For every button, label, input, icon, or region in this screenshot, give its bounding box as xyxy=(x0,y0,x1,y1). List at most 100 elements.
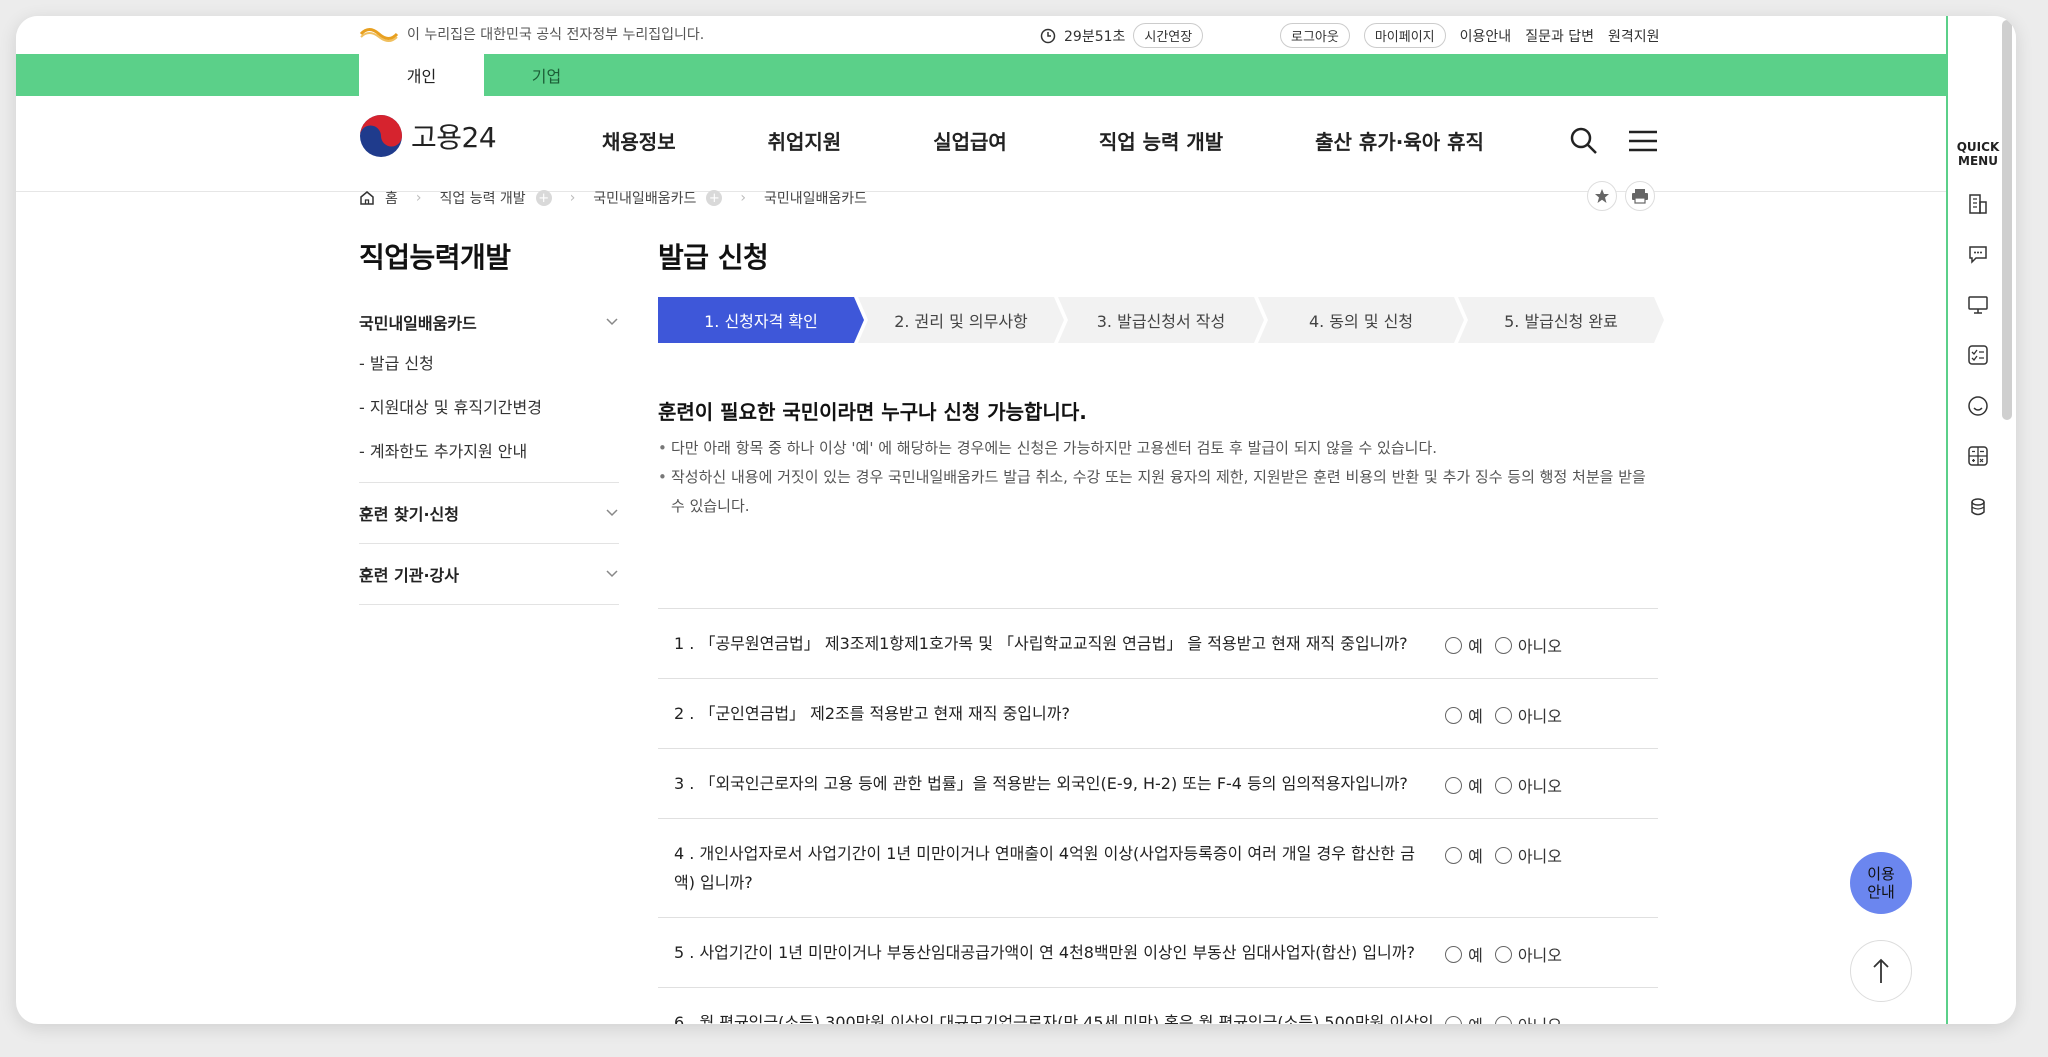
checklist-icon[interactable] xyxy=(1966,343,1990,367)
qa-link[interactable]: 질문과 답변 xyxy=(1525,26,1594,46)
answer-yes[interactable]: 예 xyxy=(1445,843,1483,867)
chevron-down-icon xyxy=(606,509,618,517)
breadcrumb-separator: › xyxy=(740,190,746,206)
question-text: 4 . 개인사업자로서 사업기간이 1년 미만이거나 연매출이 4억원 이상(사… xyxy=(674,844,1415,892)
sidebar-item-target-change[interactable]: - 지원대상 및 휴직기간변경 xyxy=(359,394,619,418)
coin-icon[interactable] xyxy=(1966,495,1990,519)
question-row: 6 . 월 평균임금(소득) 300만원 이상인 대규모기업근로자(만 45세 … xyxy=(658,988,1658,1024)
sidebar-section-training[interactable]: 훈련 찾기·신청 xyxy=(359,501,619,525)
answer-no-label: 아니오 xyxy=(1517,637,1562,656)
sidebar-divider xyxy=(359,604,619,605)
sidebar-item-apply[interactable]: - 발급 신청 xyxy=(359,350,619,374)
breadcrumb-expand-icon[interactable]: + xyxy=(535,190,552,206)
home-icon[interactable] xyxy=(359,190,375,206)
answer-yes-label: 예 xyxy=(1468,946,1483,965)
sidebar-section-institution[interactable]: 훈련 기관·강사 xyxy=(359,562,619,586)
answer-options: 예 아니오 xyxy=(1445,629,1642,657)
radio-button[interactable] xyxy=(1494,776,1512,794)
breadcrumb-separator: › xyxy=(569,190,576,206)
question-text: 6 . 월 평균임금(소득) 300만원 이상인 대규모기업근로자(만 45세 … xyxy=(674,1013,1434,1024)
radio-button[interactable] xyxy=(1494,945,1512,963)
menu-employment-support[interactable]: 취업지원 xyxy=(768,126,842,155)
building-icon[interactable] xyxy=(1966,192,1990,216)
radio-button[interactable] xyxy=(1445,776,1463,794)
answer-no-label: 아니오 xyxy=(1517,707,1562,726)
hamburger-icon[interactable] xyxy=(1627,126,1659,156)
scroll-top-button[interactable] xyxy=(1850,940,1912,1002)
remote-support-link[interactable]: 원격지원 xyxy=(1608,26,1660,46)
session-timer: 29분51초 시간연장 xyxy=(1040,23,1204,48)
menu-unemployment-benefits[interactable]: 실업급여 xyxy=(933,126,1007,155)
sidebar-section-label: 훈련 찾기·신청 xyxy=(359,505,459,524)
answer-yes[interactable]: 예 xyxy=(1445,942,1483,966)
answer-options: 예 아니오 xyxy=(1445,769,1642,797)
monitor-icon[interactable] xyxy=(1966,293,1990,317)
answer-no[interactable]: 아니오 xyxy=(1494,843,1562,867)
sidebar-item-limit-support[interactable]: - 계좌한도 추가지원 안내 xyxy=(359,438,619,462)
answer-yes-label: 예 xyxy=(1468,637,1483,656)
radio-button[interactable] xyxy=(1494,636,1512,654)
extend-session-button[interactable]: 시간연장 xyxy=(1133,23,1204,48)
answer-no[interactable]: 아니오 xyxy=(1494,1012,1562,1024)
breadcrumb-expand-icon[interactable]: + xyxy=(706,190,723,206)
breadcrumb-home[interactable]: 홈 xyxy=(385,188,398,208)
answer-no[interactable]: 아니오 xyxy=(1494,703,1562,727)
menu-vocational-training[interactable]: 직업 능력 개발 xyxy=(1099,126,1223,155)
radio-button[interactable] xyxy=(1445,1015,1463,1024)
question-text: 1 . 「공무원연금법」 제3조제1항제1호가목 및 「사립학교교직원 연금법」… xyxy=(674,634,1408,653)
main-content: 발급 신청 1. 신청자격 확인 2. 권리 및 의무사항 3. 발급신청서 작… xyxy=(658,236,1658,1024)
radio-button[interactable] xyxy=(1494,846,1512,864)
sidebar-section-card[interactable]: 국민내일배움카드 xyxy=(359,310,619,334)
radio-button[interactable] xyxy=(1494,706,1512,724)
mypage-button[interactable]: 마이페이지 xyxy=(1363,23,1446,48)
question-row: 5 . 사업기간이 1년 미만이거나 부동산임대공급가액이 연 4천8백만원 이… xyxy=(658,918,1658,988)
question-row: 2 . 「군인연금법」 제2조를 적용받고 현재 재직 중입니까? 예 아니오 xyxy=(658,679,1658,749)
question-row: 1 . 「공무원연금법」 제3조제1항제1호가목 및 「사립학교교직원 연금법」… xyxy=(658,609,1658,679)
calculator-icon[interactable] xyxy=(1966,444,1990,468)
breadcrumb: 홈 › 직업 능력 개발 + › 국민내일배움카드 + › 국민내일배움카드 xyxy=(359,188,867,208)
site-logo[interactable]: 고용24 xyxy=(359,114,497,158)
step-1: 1. 신청자격 확인 xyxy=(658,297,864,343)
utility-links: 로그아웃 마이페이지 이용안내 질문과 답변 원격지원 xyxy=(1280,23,1660,48)
menu-jobs[interactable]: 채용정보 xyxy=(602,126,676,155)
search-icon[interactable] xyxy=(1569,126,1599,156)
chat-icon[interactable] xyxy=(1966,242,1990,266)
menu-parental-leave[interactable]: 출산 휴가·육아 휴직 xyxy=(1315,126,1484,155)
bookmark-button[interactable] xyxy=(1587,181,1617,211)
clock-icon xyxy=(1040,28,1056,43)
radio-button[interactable] xyxy=(1494,1015,1512,1024)
breadcrumb-level1[interactable]: 직업 능력 개발 xyxy=(440,188,526,208)
page-title: 발급 신청 xyxy=(658,241,769,274)
eligibility-questions: 1 . 「공무원연금법」 제3조제1항제1호가목 및 「사립학교교직원 연금법」… xyxy=(658,608,1658,1024)
tab-company[interactable]: 기업 xyxy=(484,54,609,96)
step-indicator: 1. 신청자격 확인 2. 권리 및 의무사항 3. 발급신청서 작성 4. 동… xyxy=(658,297,1658,343)
answer-no[interactable]: 아니오 xyxy=(1494,773,1562,797)
chevron-down-icon xyxy=(606,570,618,578)
breadcrumb-level2[interactable]: 국민내일배움카드 xyxy=(593,188,696,208)
answer-yes-label: 예 xyxy=(1468,847,1483,866)
smile-icon[interactable] xyxy=(1966,394,1990,418)
quick-menu-title-line: QUICK xyxy=(1956,140,2000,154)
print-button[interactable] xyxy=(1625,181,1655,211)
sidebar-section-label: 국민내일배움카드 xyxy=(359,314,477,333)
answer-no[interactable]: 아니오 xyxy=(1494,942,1562,966)
radio-button[interactable] xyxy=(1445,636,1463,654)
scrollbar-thumb[interactable] xyxy=(2002,20,2012,420)
radio-button[interactable] xyxy=(1445,945,1463,963)
gov-notice: 이 누리집은 대한민국 공식 전자정부 누리집입니다. xyxy=(359,24,704,44)
answer-yes[interactable]: 예 xyxy=(1445,773,1483,797)
answer-yes[interactable]: 예 xyxy=(1445,633,1483,657)
guide-link[interactable]: 이용안내 xyxy=(1460,26,1512,46)
breadcrumb-separator: › xyxy=(415,190,422,206)
answer-yes[interactable]: 예 xyxy=(1445,1012,1483,1024)
help-button[interactable]: 이용 안내 xyxy=(1850,852,1912,914)
step-3: 3. 발급신청서 작성 xyxy=(1058,297,1264,343)
tab-personal[interactable]: 개인 xyxy=(359,54,484,96)
answer-no-label: 아니오 xyxy=(1517,847,1562,866)
logout-button[interactable]: 로그아웃 xyxy=(1280,23,1350,48)
radio-button[interactable] xyxy=(1445,706,1463,724)
answer-no[interactable]: 아니오 xyxy=(1494,633,1562,657)
radio-button[interactable] xyxy=(1445,846,1463,864)
answer-yes[interactable]: 예 xyxy=(1445,703,1483,727)
breadcrumb-level3: 국민내일배움카드 xyxy=(763,191,867,207)
